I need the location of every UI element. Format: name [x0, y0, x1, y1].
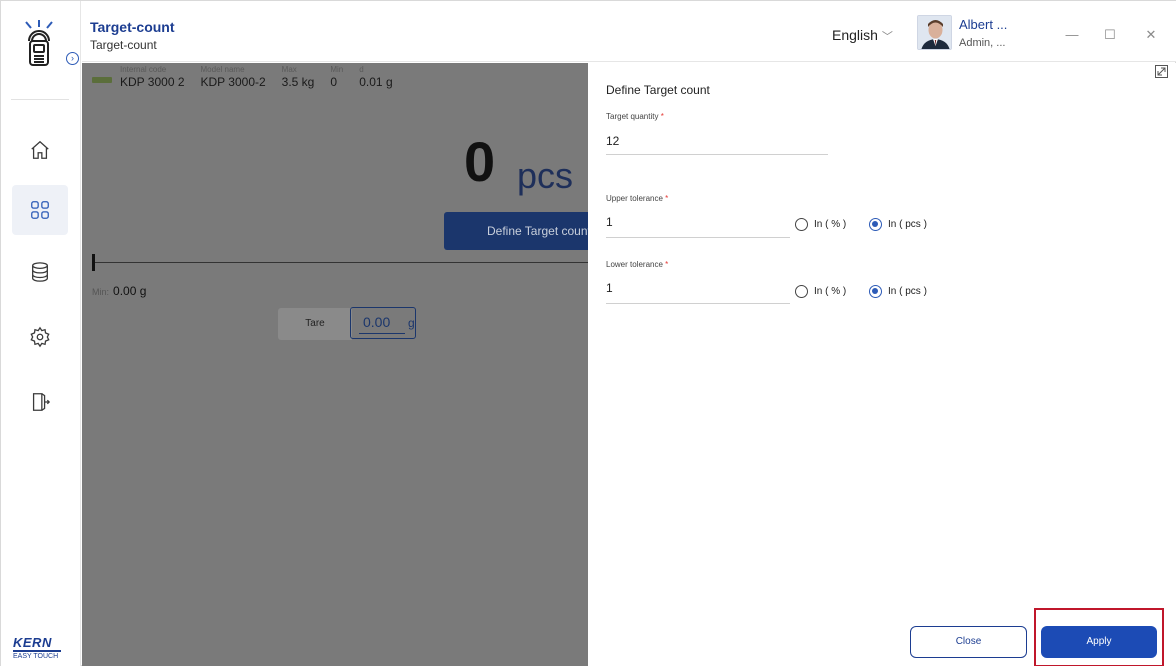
apply-button[interactable]: Apply — [1041, 626, 1157, 658]
target-quantity-input[interactable]: 12 — [606, 134, 619, 148]
sidebar-divider — [11, 99, 69, 100]
weight-bar-track — [93, 262, 588, 263]
info-min: Min 0 — [330, 65, 343, 93]
lower-tolerance-input[interactable]: 1 — [606, 281, 613, 295]
required-mark: * — [665, 260, 669, 269]
lower-tolerance-percent-radio[interactable]: In ( % ) — [795, 285, 846, 298]
info-label: Max — [281, 65, 297, 74]
tare-field[interactable]: 0.00 g — [350, 307, 416, 339]
min-label: Min: — [92, 287, 110, 297]
required-mark: * — [665, 194, 669, 203]
user-role: Admin, ... — [959, 37, 1006, 49]
tare-unit: g — [408, 316, 415, 330]
upper-tolerance-input[interactable]: 1 — [606, 215, 613, 229]
define-target-panel: Define Target count Target quantity * 12… — [588, 63, 1176, 666]
close-window-button[interactable]: ✕ — [1142, 27, 1160, 43]
logout-icon — [32, 393, 51, 411]
info-max: Max 3.5 kg — [282, 65, 315, 93]
minimize-button[interactable]: — — [1063, 27, 1081, 43]
radio-label: In ( pcs ) — [888, 286, 927, 297]
define-target-count-button[interactable]: Define Target count — [444, 212, 588, 250]
sidebar-item-logout[interactable] — [12, 377, 68, 427]
sidebar-item-settings[interactable] — [12, 312, 68, 362]
upper-tolerance-label: Upper tolerance * — [606, 194, 668, 203]
close-button[interactable]: Close — [910, 626, 1027, 658]
sidebar-item-database[interactable] — [12, 247, 68, 297]
tare-underline — [359, 333, 405, 334]
radio-circle — [795, 218, 808, 231]
kern-logo: KERN EASY TOUCH — [13, 635, 67, 660]
page-title: Target-count — [90, 19, 175, 35]
info-model-name: Model name KDP 3000-2 — [201, 65, 266, 93]
info-d: d 0.01 g — [359, 65, 392, 93]
info-label: Internal code — [120, 65, 167, 74]
info-value: KDP 3000 2 — [120, 75, 185, 89]
min-weight: Min: 0.00 g — [92, 284, 146, 298]
info-value: 0 — [330, 75, 338, 89]
chevron-down-icon: ﹀ — [881, 31, 893, 43]
required-mark: * — [660, 112, 664, 121]
upper-tolerance-percent-radio[interactable]: In ( % ) — [795, 218, 846, 231]
info-internal-code: Internal code KDP 3000 2 — [120, 65, 185, 93]
label-text: Target quantity — [606, 112, 659, 121]
maximize-button[interactable]: ☐ — [1101, 27, 1119, 43]
upper-tolerance-pcs-radio[interactable]: In ( pcs ) — [869, 218, 927, 231]
weight-bar-marker — [92, 254, 95, 271]
info-value: 0.01 g — [359, 75, 393, 89]
user-name: Albert ... — [959, 17, 1008, 32]
sidebar-item-home[interactable] — [12, 125, 68, 175]
radio-label: In ( pcs ) — [888, 219, 927, 230]
tare-button[interactable]: Tare — [278, 308, 352, 340]
info-label: Model name — [200, 65, 245, 74]
brand-name: KERN — [13, 635, 52, 650]
target-quantity-label: Target quantity * — [606, 112, 664, 121]
brand-subtitle: EASY TOUCH — [13, 653, 59, 660]
info-label: d — [359, 65, 364, 74]
expand-icon[interactable] — [1155, 65, 1168, 78]
info-label: Min — [330, 65, 344, 74]
target-quantity-underline — [606, 154, 828, 155]
sidebar-toggle-button[interactable]: › — [66, 52, 79, 65]
page-subtitle: Target-count — [90, 38, 157, 52]
label-text: Lower tolerance — [606, 260, 663, 269]
home-icon — [31, 140, 49, 159]
radio-label: In ( % ) — [814, 219, 847, 230]
lower-tolerance-pcs-radio[interactable]: In ( pcs ) — [869, 285, 927, 298]
min-value: 0.00 g — [113, 284, 147, 298]
upper-tolerance-underline — [606, 237, 790, 238]
radio-label: In ( % ) — [814, 286, 847, 297]
panel-title: Define Target count — [606, 83, 710, 97]
info-value: KDP 3000-2 — [200, 75, 266, 89]
label-text: Upper tolerance — [606, 194, 663, 203]
database-icon — [32, 262, 48, 282]
app-logo-icon — [19, 19, 59, 67]
app-window: › KERN EASY TOUCH Target-count Target-co… — [0, 0, 1176, 666]
language-selector[interactable]: English ﹀ — [832, 27, 893, 44]
sidebar: › KERN EASY TOUCH — [1, 1, 81, 666]
grid-icon — [31, 201, 49, 219]
brand-underline — [13, 650, 61, 652]
lower-tolerance-underline — [606, 303, 790, 304]
gear-icon — [30, 326, 50, 348]
scale-icon — [92, 77, 112, 83]
count-unit: pcs — [517, 155, 574, 196]
avatar[interactable] — [917, 15, 952, 50]
tare-value: 0.00 — [363, 314, 391, 330]
lower-tolerance-label: Lower tolerance * — [606, 260, 668, 269]
sidebar-item-apps[interactable] — [12, 185, 68, 235]
count-value: 0 — [464, 130, 496, 193]
language-label: English — [832, 27, 878, 43]
radio-circle — [795, 285, 808, 298]
main-content-overlay: Internal code KDP 3000 2 Model name KDP … — [82, 63, 588, 666]
radio-circle — [869, 218, 882, 231]
scale-info-bar: Internal code KDP 3000 2 Model name KDP … — [92, 65, 409, 93]
radio-circle — [869, 285, 882, 298]
top-bar: Target-count Target-count English ﹀ Alber… — [82, 1, 1176, 62]
info-value: 3.5 kg — [281, 75, 315, 89]
